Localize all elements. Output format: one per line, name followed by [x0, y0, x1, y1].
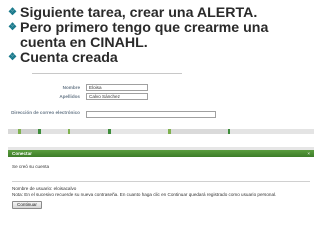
bullet-item: ❖ Siguiente tarea, crear una ALERTA.: [8, 6, 314, 21]
bullet-text: Siguiente tarea, crear una ALERTA.: [20, 5, 258, 21]
dialog-header: Conectar ×: [8, 150, 314, 157]
bullet-item: ❖ Cuenta creada: [8, 51, 314, 66]
dialog-title: Conectar: [12, 151, 32, 156]
divider: [12, 181, 310, 182]
last-name-label: Apellidos: [59, 94, 80, 99]
close-icon[interactable]: ×: [307, 150, 310, 157]
diamond-bullet-icon: ❖: [8, 52, 17, 63]
diamond-bullet-icon: ❖: [8, 22, 17, 33]
cropped-top-edge: [8, 68, 208, 74]
first-name-label: Nombre: [62, 85, 80, 90]
username-line: Nombre de usuario: eloisacalvo: [12, 186, 77, 191]
email-label: Dirección de correo electrónico: [11, 110, 80, 115]
bullet-item: ❖ Pero primero tengo que crearme una cue…: [8, 21, 314, 51]
cropped-bottom-edge: [8, 129, 314, 134]
first-name-field[interactable]: Eloisa: [86, 84, 148, 91]
note-line: Nota: En el sucesivo recuerde su nueva c…: [12, 192, 277, 197]
divider: [32, 73, 182, 74]
bullet-list: ❖ Siguiente tarea, crear una ALERTA. ❖ P…: [8, 6, 314, 66]
email-field[interactable]: [86, 111, 216, 118]
account-created-message: Se creó su cuenta: [12, 164, 50, 169]
registration-form-screenshot: Nombre Eloisa Apellidos Calvo Sánchez Di…: [8, 68, 314, 134]
bullet-text: Cuenta creada: [20, 50, 118, 66]
last-name-field[interactable]: Calvo Sánchez: [86, 93, 148, 100]
continue-button[interactable]: Continuar: [12, 201, 42, 209]
dialog-body: Se creó su cuenta Nombre de usuario: elo…: [8, 157, 314, 215]
bullet-text: Pero primero tengo que crearme una cuent…: [20, 20, 269, 51]
diamond-bullet-icon: ❖: [8, 7, 17, 18]
account-created-screenshot: Conectar × Se creó su cuenta Nombre de u…: [8, 147, 314, 215]
